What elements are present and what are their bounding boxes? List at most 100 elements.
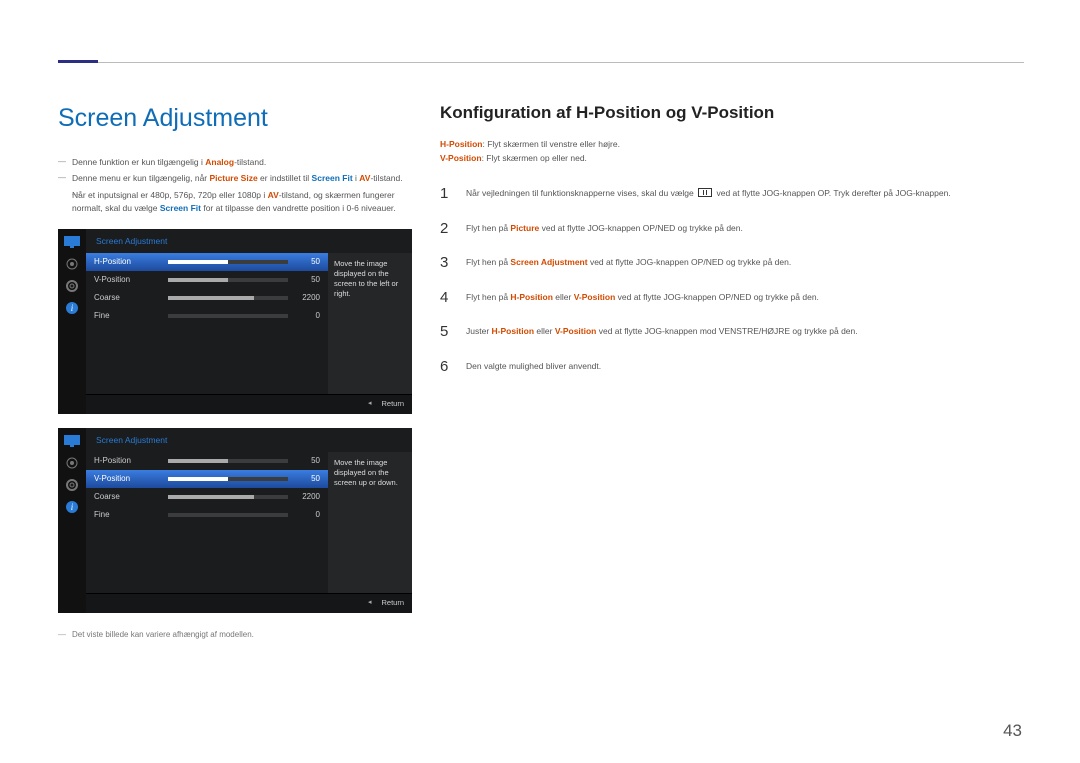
note-1: Denne funktion er kun tilgængelig i Anal…	[58, 156, 412, 169]
row-label: Fine	[94, 509, 162, 521]
definitions: H-Position: Flyt skærmen til venstre ell…	[440, 138, 1024, 166]
text: -tilstand.	[234, 157, 266, 167]
label: V-Position	[440, 153, 482, 163]
osd-title: Screen Adjustment	[86, 229, 412, 254]
highlight-screen-fit: Screen Fit	[312, 173, 353, 183]
notes-list: Denne funktion er kun tilgængelig i Anal…	[58, 156, 412, 215]
subnote-list: Når et inputsignal er 480p, 576p, 720p e…	[72, 189, 412, 215]
osd-footer: ◂ Return	[86, 593, 412, 613]
def-vposition: V-Position: Flyt skærmen op eller ned.	[440, 152, 1024, 165]
text: Denne funktion er kun tilgængelig i	[72, 157, 205, 167]
step-number: 5	[440, 321, 454, 344]
picture-icon	[64, 257, 80, 271]
osd-body: H-Position 50 V-Position 50 Coarse	[86, 253, 412, 393]
text: Juster	[466, 326, 492, 336]
text: ved at flytte JOG-knappen OP/NED og tryk…	[539, 223, 743, 233]
highlight-analog: Analog	[205, 157, 234, 167]
jog-menu-icon	[698, 188, 712, 197]
slider-bar	[168, 477, 288, 481]
highlight-hposition: H-Position	[492, 326, 535, 336]
highlight: Screen Adjustment	[510, 257, 587, 267]
row-label: Coarse	[94, 292, 162, 304]
row-value: 2200	[294, 292, 320, 304]
page-number: 43	[1003, 718, 1022, 744]
step-text: Den valgte mulighed bliver anvendt.	[466, 356, 1024, 379]
step-6: 6 Den valgte mulighed bliver anvendt.	[440, 350, 1024, 385]
footnote: Det viste billede kan variere afhængigt …	[58, 629, 412, 641]
text: : Flyt skærmen op eller ned.	[482, 153, 587, 163]
highlight-av: AV	[268, 190, 279, 200]
step-2: 2 Flyt hen på Picture ved at flytte JOG-…	[440, 212, 1024, 247]
triangle-left-icon: ◂	[368, 598, 372, 609]
step-number: 1	[440, 183, 454, 206]
info-icon: i	[64, 301, 80, 315]
osd-footer: ◂ Return	[86, 394, 412, 414]
osd-row-hposition[interactable]: H-Position 50	[86, 452, 328, 470]
text: Flyt hen på	[466, 257, 510, 267]
step-number: 3	[440, 252, 454, 275]
osd-row-fine[interactable]: Fine 0	[86, 506, 328, 524]
highlight-vposition: V-Position	[555, 326, 597, 336]
slider-bar	[168, 314, 288, 318]
osd-row-coarse[interactable]: Coarse 2200	[86, 289, 328, 307]
osd-rows: H-Position 50 V-Position 50 Coarse	[86, 253, 328, 393]
def-hposition: H-Position: Flyt skærmen til venstre ell…	[440, 138, 1024, 151]
step-5: 5 Juster H-Position eller V-Position ved…	[440, 315, 1024, 350]
return-label[interactable]: Return	[381, 398, 404, 409]
left-column: Screen Adjustment Denne funktion er kun …	[58, 100, 412, 641]
osd-row-vposition[interactable]: V-Position 50	[86, 470, 328, 488]
text: Når et inputsignal er 480p, 576p, 720p e…	[72, 190, 268, 200]
osd-panel-vposition: i Screen Adjustment H-Position 50 V-Posi…	[58, 428, 412, 613]
row-value: 0	[294, 310, 320, 322]
highlight: Picture	[510, 223, 539, 233]
text: Flyt hen på	[466, 292, 510, 302]
step-text: Flyt hen på Screen Adjustment ved at fly…	[466, 252, 1024, 275]
slider-bar	[168, 278, 288, 282]
step-1: 1 Når vejledningen til funktionsknappern…	[440, 177, 1024, 212]
row-value: 50	[294, 455, 320, 467]
label: H-Position	[440, 139, 483, 149]
header-rule	[58, 62, 1024, 63]
osd-help-text: Move the image displayed on the screen u…	[328, 452, 412, 592]
slider-bar	[168, 459, 288, 463]
highlight-hposition: H-Position	[510, 292, 553, 302]
row-label: V-Position	[94, 473, 162, 485]
text: eller	[553, 292, 574, 302]
osd-rows: H-Position 50 V-Position 50 Coarse	[86, 452, 328, 592]
osd-body: H-Position 50 V-Position 50 Coarse	[86, 452, 412, 592]
highlight-picture-size: Picture Size	[210, 173, 258, 183]
text: ved at flytte JOG-knappen OP/NED og tryk…	[615, 292, 819, 302]
highlight-vposition: V-Position	[574, 292, 616, 302]
text: for at tilpasse den vandrette position i…	[201, 203, 396, 213]
slider-bar	[168, 513, 288, 517]
step-text: Juster H-Position eller V-Position ved a…	[466, 321, 1024, 344]
text: ved at flytte JOG-knappen mod VENSTRE/HØ…	[596, 326, 857, 336]
osd-sidebar: i	[58, 229, 86, 414]
osd-row-fine[interactable]: Fine 0	[86, 307, 328, 325]
osd-main: Screen Adjustment H-Position 50 V-Positi…	[86, 229, 412, 414]
step-number: 6	[440, 356, 454, 379]
settings-gear-icon	[64, 279, 80, 293]
osd-title: Screen Adjustment	[86, 428, 412, 453]
text: ved at flytte JOG-knappen OP/NED og tryk…	[588, 257, 792, 267]
text: : Flyt skærmen til venstre eller højre.	[483, 139, 620, 149]
note-2: Denne menu er kun tilgængelig, når Pictu…	[58, 172, 412, 214]
triangle-left-icon: ◂	[368, 399, 372, 410]
subnote: Når et inputsignal er 480p, 576p, 720p e…	[72, 189, 412, 215]
text: ved at flytte JOG-knappen OP. Tryk deref…	[714, 188, 951, 198]
step-text: Flyt hen på Picture ved at flytte JOG-kn…	[466, 218, 1024, 241]
step-3: 3 Flyt hen på Screen Adjustment ved at f…	[440, 246, 1024, 281]
osd-main: Screen Adjustment H-Position 50 V-Positi…	[86, 428, 412, 613]
text: Denne menu er kun tilgængelig, når	[72, 173, 210, 183]
text: Når vejledningen til funktionsknapperne …	[466, 188, 696, 198]
slider-bar	[168, 296, 288, 300]
page-title: Screen Adjustment	[58, 100, 412, 138]
osd-row-coarse[interactable]: Coarse 2200	[86, 488, 328, 506]
osd-help-text: Move the image displayed on the screen t…	[328, 253, 412, 393]
slider-bar	[168, 495, 288, 499]
text: Den valgte mulighed bliver anvendt.	[466, 361, 601, 371]
return-label[interactable]: Return	[381, 597, 404, 608]
osd-row-hposition[interactable]: H-Position 50	[86, 253, 328, 271]
slider-bar	[168, 260, 288, 264]
osd-row-vposition[interactable]: V-Position 50	[86, 271, 328, 289]
